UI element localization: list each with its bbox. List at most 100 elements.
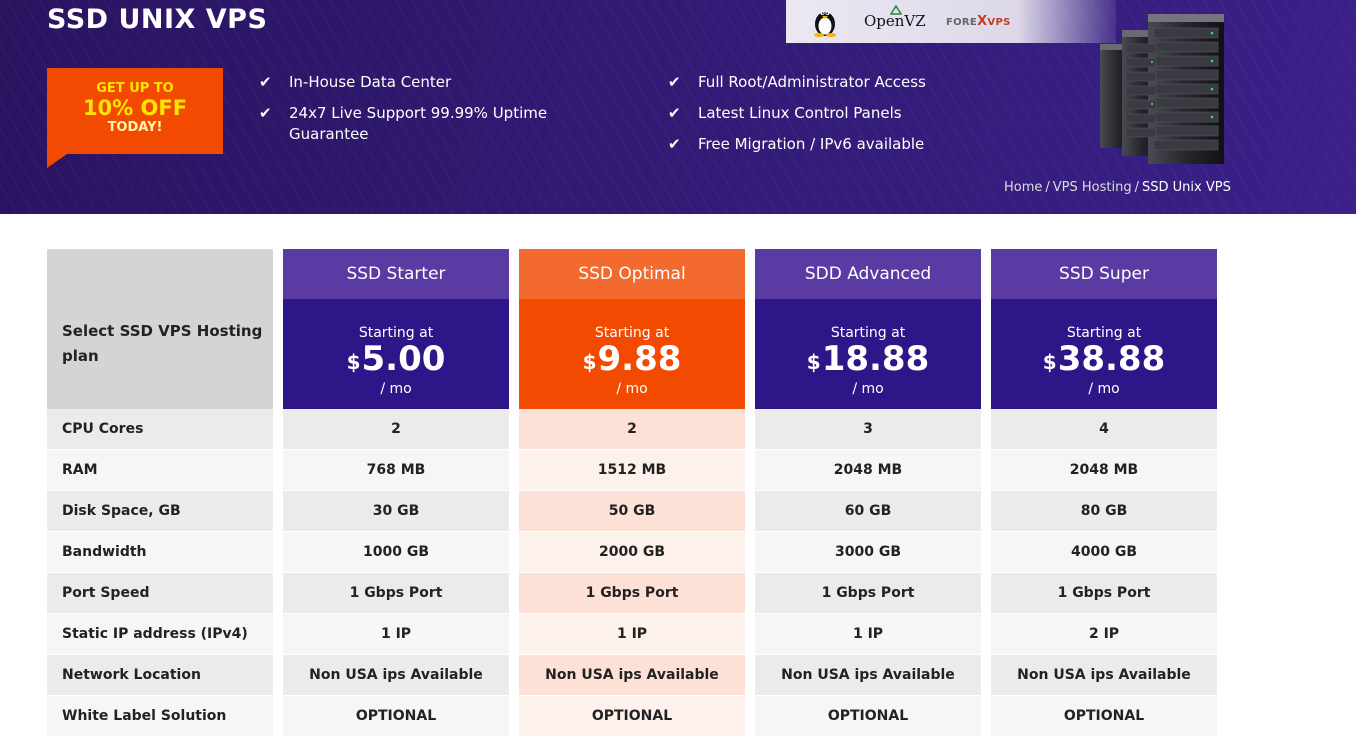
os-logo-strip: OpenVZ FOREXVPS: [786, 0, 1116, 43]
breadcrumb-separator: /: [1045, 180, 1050, 195]
table-cell: 768 MB: [283, 450, 509, 491]
table-cell: 2048 MB: [991, 450, 1217, 491]
table-cell: 1 IP: [283, 614, 509, 655]
table-cell: 60 GB: [755, 491, 981, 532]
table-cell: OPTIONAL: [991, 696, 1217, 737]
plan-name[interactable]: SSD Optimal: [519, 249, 745, 299]
row-label-port-speed: Port Speed: [47, 573, 273, 614]
currency-symbol: $: [806, 350, 821, 374]
openvz-mark-icon: [890, 5, 902, 15]
breadcrumb-vps-hosting[interactable]: VPS Hosting: [1053, 180, 1132, 195]
row-label-network-location: Network Location: [47, 655, 273, 696]
plan-column-ssd-optimal: SSD Optimal Starting at $9.88 / mo 2 151…: [519, 249, 745, 737]
plan-price-block: Starting at $18.88 / mo: [755, 299, 981, 409]
table-cell: 1 Gbps Port: [519, 573, 745, 614]
plan-price: $5.00: [283, 341, 509, 380]
table-cell: Non USA ips Available: [991, 655, 1217, 696]
breadcrumb-separator: /: [1134, 180, 1139, 195]
forexvps-logo-b: VPS: [987, 17, 1011, 28]
plan-price-block: Starting at $5.00 / mo: [283, 299, 509, 409]
table-cell: 4: [991, 409, 1217, 450]
row-label-bandwidth: Bandwidth: [47, 532, 273, 573]
tux-penguin-icon: [814, 11, 836, 37]
price-value: 18.88: [821, 339, 930, 379]
table-cell: Non USA ips Available: [755, 655, 981, 696]
forexvps-logo-x: X: [977, 14, 988, 29]
table-cell: 2 IP: [991, 614, 1217, 655]
price-value: 5.00: [361, 339, 446, 379]
checkmark-icon: ✔: [668, 104, 681, 122]
row-label-white-label: White Label Solution: [47, 696, 273, 737]
price-value: 38.88: [1057, 339, 1166, 379]
currency-symbol: $: [1042, 350, 1057, 374]
table-cell: 2: [519, 409, 745, 450]
table-cell: 1 IP: [519, 614, 745, 655]
price-value: 9.88: [597, 339, 682, 379]
page-title: SSD UNIX VPS: [47, 4, 268, 35]
currency-symbol: $: [582, 350, 597, 374]
table-cell: 3000 GB: [755, 532, 981, 573]
plan-price-block: Starting at $9.88 / mo: [519, 299, 745, 409]
feature-text: In-House Data Center: [289, 73, 452, 91]
feature-item: ✔ Full Root/Administrator Access: [668, 72, 988, 93]
table-cell: 3: [755, 409, 981, 450]
plan-column-ssd-starter: SSD Starter Starting at $5.00 / mo 2 768…: [283, 249, 509, 737]
feature-list-right: ✔ Full Root/Administrator Access ✔ Lates…: [668, 72, 988, 165]
table-cell: OPTIONAL: [519, 696, 745, 737]
plan-price-block: Starting at $38.88 / mo: [991, 299, 1217, 409]
table-cell: 30 GB: [283, 491, 509, 532]
table-cell: 1 Gbps Port: [991, 573, 1217, 614]
price-period: / mo: [616, 381, 648, 397]
table-cell: 80 GB: [991, 491, 1217, 532]
forexvps-logo: FOREXVPS: [946, 14, 1011, 29]
feature-text: Free Migration / IPv6 available: [698, 135, 925, 153]
table-cell: 1 Gbps Port: [755, 573, 981, 614]
table-cell: 1000 GB: [283, 532, 509, 573]
checkmark-icon: ✔: [668, 135, 681, 153]
table-cell: OPTIONAL: [283, 696, 509, 737]
currency-symbol: $: [346, 350, 361, 374]
plan-column-sdd-advanced: SDD Advanced Starting at $18.88 / mo 3 2…: [755, 249, 981, 737]
plan-select-heading: Select SSD VPS Hosting plan: [47, 249, 273, 409]
checkmark-icon: ✔: [259, 73, 272, 91]
table-cell: OPTIONAL: [755, 696, 981, 737]
checkmark-icon: ✔: [259, 104, 272, 122]
price-period: / mo: [852, 381, 884, 397]
row-label-ram: RAM: [47, 450, 273, 491]
server-rack-illustration: [1100, 14, 1224, 164]
hero-banner: SSD UNIX VPS GET UP TO 10% OFF TODAY! ✔ …: [0, 0, 1356, 214]
table-cell: 4000 GB: [991, 532, 1217, 573]
feature-text: Full Root/Administrator Access: [698, 73, 926, 91]
table-cell: 50 GB: [519, 491, 745, 532]
plan-price: $18.88: [755, 341, 981, 380]
feature-text: 24x7 Live Support 99.99% Uptime Guarante…: [289, 104, 548, 143]
plan-column-ssd-super: SSD Super Starting at $38.88 / mo 4 2048…: [991, 249, 1217, 737]
table-cell: 1512 MB: [519, 450, 745, 491]
row-label-static-ip: Static IP address (IPv4): [47, 614, 273, 655]
row-label-cpu-cores: CPU Cores: [47, 409, 273, 450]
promo-line-1: GET UP TO: [96, 81, 174, 96]
feature-item: ✔ Latest Linux Control Panels: [668, 103, 988, 124]
promo-badge[interactable]: GET UP TO 10% OFF TODAY!: [47, 68, 223, 168]
feature-text: Latest Linux Control Panels: [698, 104, 902, 122]
promo-line-2: 10% OFF: [82, 96, 188, 120]
table-cell: 2: [283, 409, 509, 450]
breadcrumb: Home / VPS Hosting / SSD Unix VPS: [1004, 180, 1231, 195]
feature-item: ✔ 24x7 Live Support 99.99% Uptime Guaran…: [259, 103, 589, 145]
plan-name[interactable]: SSD Starter: [283, 249, 509, 299]
forexvps-logo-a: FORE: [946, 17, 978, 28]
breadcrumb-home[interactable]: Home: [1004, 180, 1042, 195]
breadcrumb-current: SSD Unix VPS: [1142, 180, 1231, 195]
plan-price: $9.88: [519, 341, 745, 380]
price-period: / mo: [380, 381, 412, 397]
feature-item: ✔ Free Migration / IPv6 available: [668, 134, 988, 155]
promo-line-3: TODAY!: [107, 120, 163, 135]
table-cell: 1 IP: [755, 614, 981, 655]
plan-name[interactable]: SSD Super: [991, 249, 1217, 299]
plan-name[interactable]: SDD Advanced: [755, 249, 981, 299]
feature-list-left: ✔ In-House Data Center ✔ 24x7 Live Suppo…: [259, 72, 589, 155]
feature-label-column: Select SSD VPS Hosting plan CPU Cores RA…: [47, 249, 273, 737]
table-cell: 2048 MB: [755, 450, 981, 491]
table-cell: 1 Gbps Port: [283, 573, 509, 614]
checkmark-icon: ✔: [668, 73, 681, 91]
